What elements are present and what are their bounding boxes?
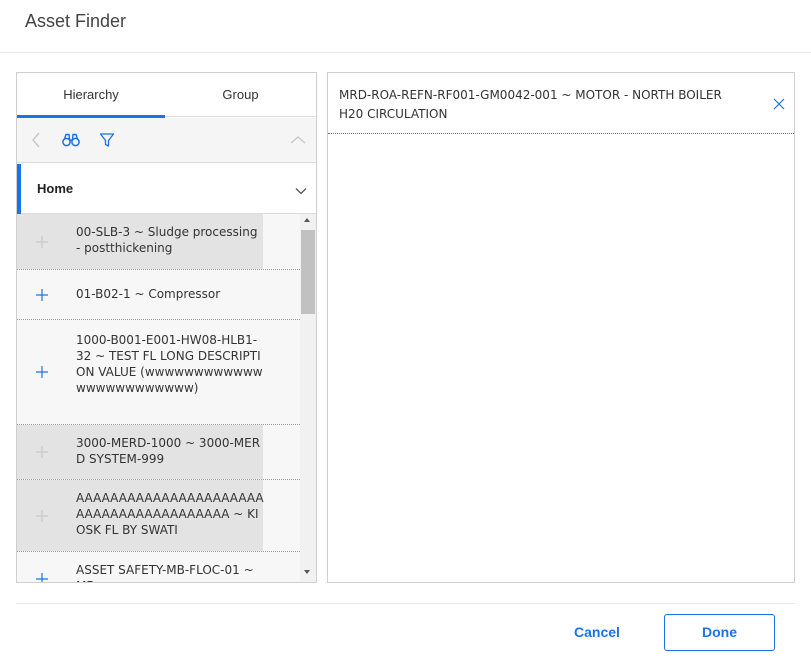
selected-asset-item: MRD-ROA-REFN-RF001-GM0042-001 ~ MOTOR - … xyxy=(328,73,794,134)
list-item-label: 3000-MERD-1000 ~ 3000-MERD SYSTEM-999 xyxy=(76,436,261,466)
list-item[interactable]: AAAAAAAAAAAAAAAAAAAAAAAAAAAAAAAAAAAAAAAA… xyxy=(17,480,300,552)
tab-group[interactable]: Group xyxy=(165,73,316,117)
selected-asset-label: MRD-ROA-REFN-RF001-GM0042-001 ~ MOTOR - … xyxy=(339,88,722,121)
chevron-left-icon[interactable] xyxy=(26,130,46,150)
cancel-button[interactable]: Cancel xyxy=(560,614,634,651)
scrollbar-thumb[interactable] xyxy=(301,230,315,314)
list-item[interactable]: 3000-MERD-1000 ~ 3000-MERD SYSTEM-999 xyxy=(17,425,300,480)
filter-icon[interactable] xyxy=(97,130,117,150)
list-item[interactable]: 00-SLB-3 ~ Sludge processing - postthick… xyxy=(17,214,300,270)
list-item[interactable]: 1000-B001-E001-HW08-HLB1-32 ~ TEST FL LO… xyxy=(17,320,300,425)
chevron-up-icon[interactable] xyxy=(288,130,308,150)
tab-hierarchy[interactable]: Hierarchy xyxy=(17,73,165,118)
title-divider xyxy=(0,52,811,53)
breadcrumb-label: Home xyxy=(37,181,74,196)
tab-bar: Hierarchy Group xyxy=(17,73,316,118)
expand-plus-icon xyxy=(35,445,49,459)
expand-plus-icon xyxy=(35,235,49,249)
list-item-label: 01-B02-1 ~ Compressor xyxy=(76,287,221,301)
chevron-down-icon[interactable] xyxy=(295,182,307,200)
list-scrollbar[interactable] xyxy=(300,214,316,582)
active-indicator xyxy=(17,164,21,214)
expand-plus-icon[interactable] xyxy=(35,365,49,379)
done-button[interactable]: Done xyxy=(664,614,775,651)
selected-assets-panel: MRD-ROA-REFN-RF001-GM0042-001 ~ MOTOR - … xyxy=(327,72,795,583)
list-item[interactable]: ASSET SAFETY-MB-FLOC-01 ~ MB- xyxy=(17,552,300,582)
footer-divider xyxy=(16,603,795,604)
binoculars-icon[interactable] xyxy=(61,130,81,150)
expand-plus-icon[interactable] xyxy=(35,288,49,302)
expand-plus-icon[interactable] xyxy=(35,572,49,582)
list-item[interactable]: 01-B02-1 ~ Compressor xyxy=(17,270,300,320)
asset-list: 00-SLB-3 ~ Sludge processing - postthick… xyxy=(17,214,300,582)
dialog-title: Asset Finder xyxy=(25,11,127,31)
scroll-up-arrow-icon[interactable] xyxy=(304,218,310,222)
breadcrumb[interactable]: Home xyxy=(17,164,316,214)
list-item-label: ASSET SAFETY-MB-FLOC-01 ~ MB- xyxy=(76,563,254,582)
close-icon[interactable] xyxy=(773,97,785,110)
list-item-label: 00-SLB-3 ~ Sludge processing - postthick… xyxy=(76,225,258,255)
list-item-label: AAAAAAAAAAAAAAAAAAAAAAAAAAAAAAAAAAAAAAAA… xyxy=(76,491,264,537)
tree-toolbar xyxy=(17,118,316,163)
scroll-down-arrow-icon[interactable] xyxy=(304,570,310,574)
list-item-label: 1000-B001-E001-HW08-HLB1-32 ~ TEST FL LO… xyxy=(76,333,263,395)
expand-plus-icon xyxy=(35,509,49,523)
asset-tree-panel: Hierarchy Group Home 00-SLB-3 ~ Sludge p… xyxy=(16,72,317,583)
